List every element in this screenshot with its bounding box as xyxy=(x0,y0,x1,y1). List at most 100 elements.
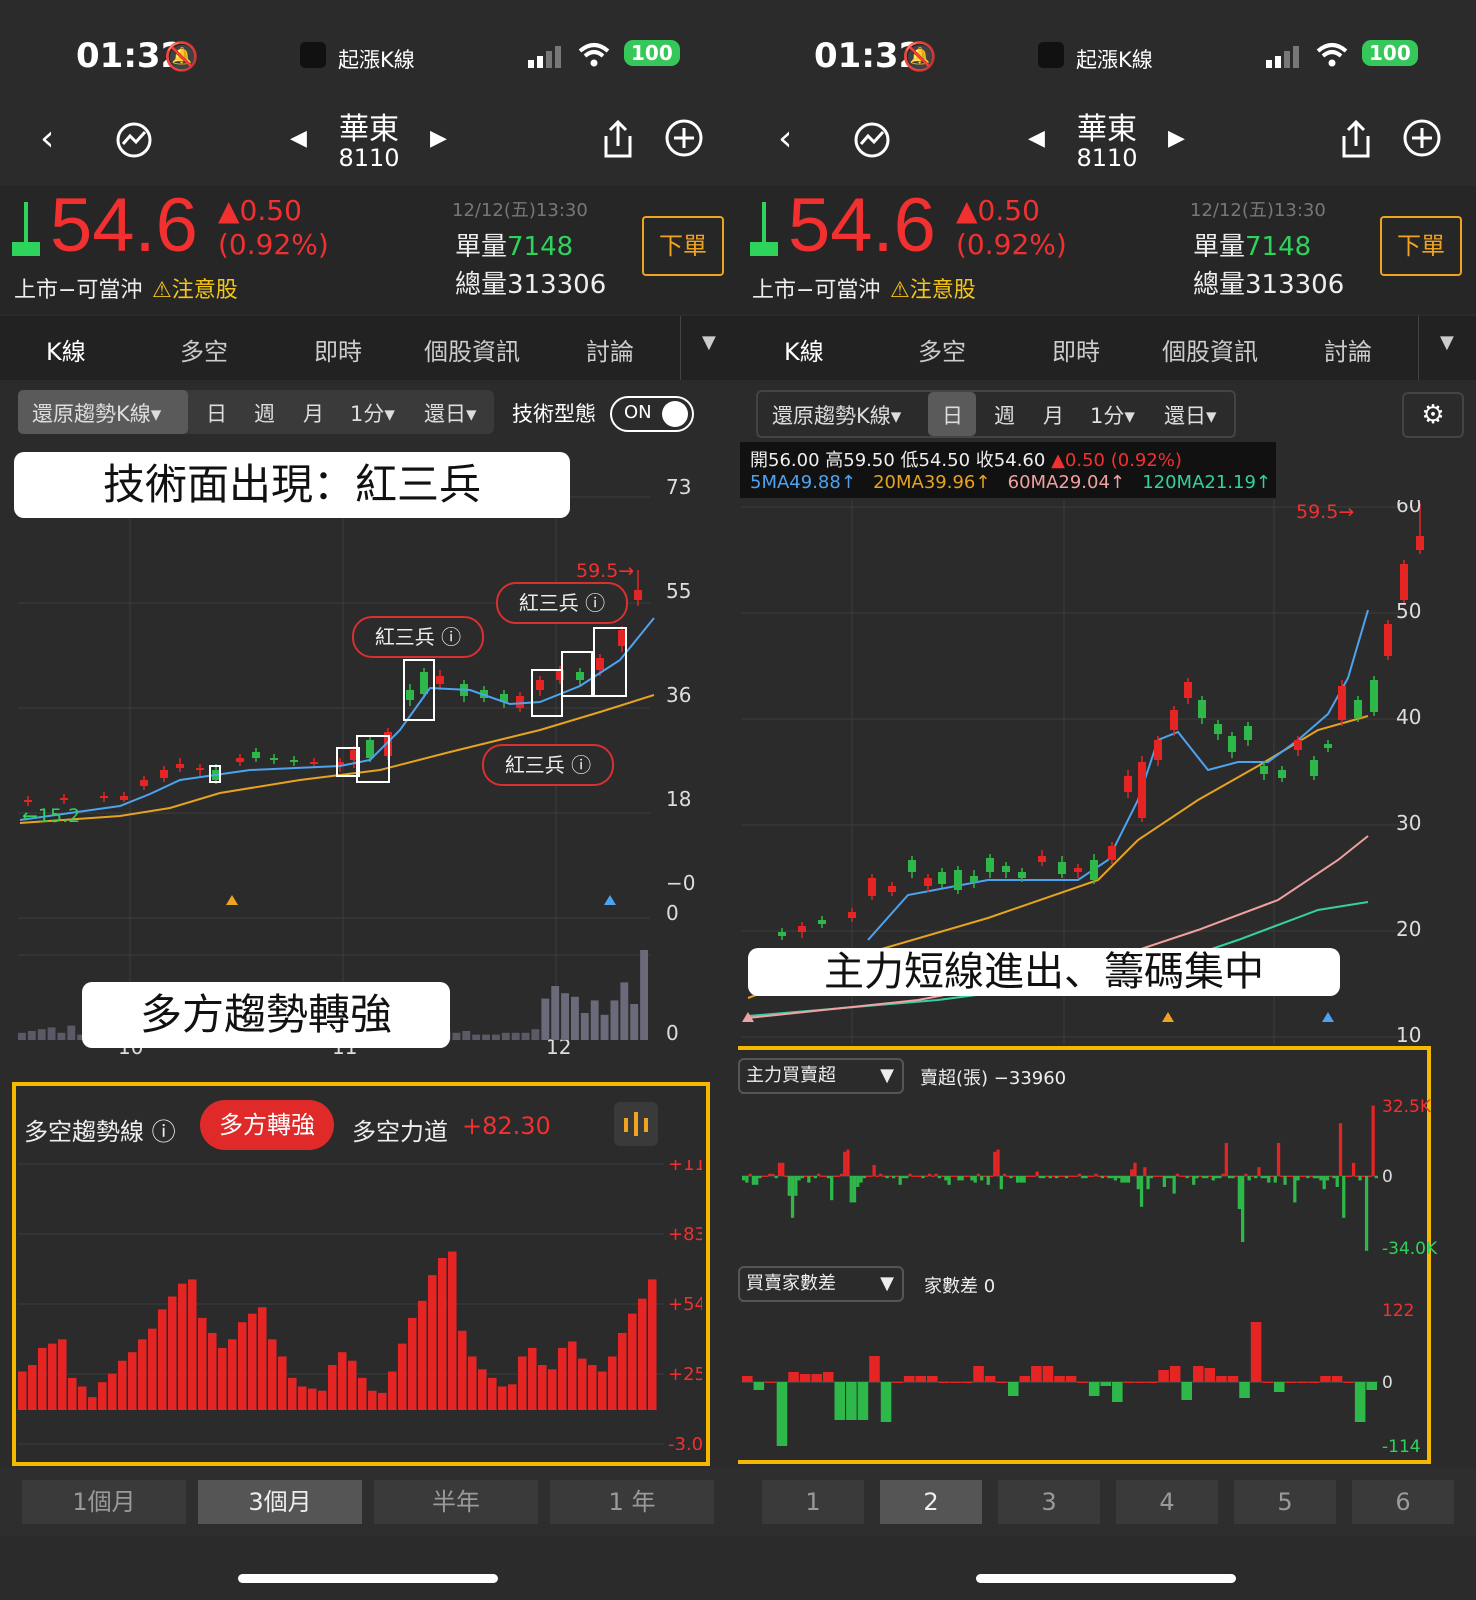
main-force-bar xyxy=(755,1176,759,1185)
page-1[interactable]: 1 xyxy=(762,1480,864,1524)
bd-tick-top: 122 xyxy=(1382,1302,1414,1321)
tab-divider xyxy=(1418,316,1419,380)
volume-bar xyxy=(541,998,550,1040)
broker-diff-bar xyxy=(1088,1382,1100,1396)
candle-body xyxy=(406,690,414,700)
main-force-bar xyxy=(983,1176,987,1177)
broker-diff-bar xyxy=(927,1376,938,1382)
force-tick-4: +25.7 xyxy=(668,1364,702,1385)
main-force-bar xyxy=(901,1176,906,1179)
period-minute[interactable]: 1分▾ xyxy=(1090,400,1135,430)
current-price: 54.6 xyxy=(50,183,198,268)
period-6m[interactable]: 半年 xyxy=(374,1480,538,1524)
main-force-bar xyxy=(1237,1176,1242,1209)
main-force-bar xyxy=(1166,1176,1170,1179)
cellular-signal-icon xyxy=(528,46,564,72)
share-icon[interactable] xyxy=(600,118,636,164)
main-force-bar xyxy=(1172,1176,1176,1194)
down-arrow-icon xyxy=(750,202,778,262)
period-day[interactable]: 日 xyxy=(942,400,963,430)
order-button[interactable]: 下單 xyxy=(642,216,724,276)
quote-datetime: 12/12(五)13:30 xyxy=(452,200,588,221)
pattern-tag-1[interactable]: 紅三兵 ⓘ xyxy=(352,616,484,658)
volume-bar xyxy=(531,1029,540,1040)
pattern-tag-2[interactable]: 紅三兵 ⓘ xyxy=(496,582,628,624)
period-month[interactable]: 月 xyxy=(1043,400,1064,430)
settings-gear-icon[interactable]: ⚙ xyxy=(1402,392,1464,438)
broker-diff-bar xyxy=(788,1372,799,1382)
chart-type-label[interactable]: 還原趨勢K線▾ xyxy=(32,398,161,428)
prev-stock-icon[interactable]: ◀ xyxy=(1028,126,1045,151)
broker-diff-bar xyxy=(984,1376,996,1382)
period-1m[interactable]: 1個月 xyxy=(22,1480,186,1524)
tab-stock-info[interactable]: 個股資訊 xyxy=(424,332,520,367)
period-1y[interactable]: 1 年 xyxy=(550,1480,714,1524)
main-force-bar xyxy=(996,1149,1000,1176)
tab-longshort[interactable]: 多空 xyxy=(180,332,228,367)
period-minute[interactable]: 1分▾ xyxy=(350,398,395,428)
tab-discussion[interactable]: 討論 xyxy=(1324,332,1372,367)
quote-panel: 54.6 ▲0.50 (0.92%) 上市−可當沖 ⚠注意股 12/12(五)1… xyxy=(738,183,1476,314)
page-6[interactable]: 6 xyxy=(1352,1480,1454,1524)
vol-tick-bottom: 0 xyxy=(666,1021,679,1045)
tab-stock-info[interactable]: 個股資訊 xyxy=(1162,332,1258,367)
add-watchlist-icon[interactable] xyxy=(664,118,704,162)
next-stock-icon[interactable]: ▶ xyxy=(1168,126,1185,151)
tab-realtime[interactable]: 即時 xyxy=(314,332,362,367)
main-force-bar xyxy=(1055,1176,1059,1179)
force-bar xyxy=(278,1356,287,1410)
page-5[interactable]: 5 xyxy=(1234,1480,1336,1524)
main-force-bar xyxy=(1002,1173,1007,1176)
main-force-bar xyxy=(967,1176,971,1177)
page-3[interactable]: 3 xyxy=(998,1480,1100,1524)
main-force-bar xyxy=(1270,1176,1274,1177)
chart-type-label[interactable]: 還原趨勢K線▾ xyxy=(772,400,901,430)
page-2[interactable]: 2 xyxy=(880,1480,982,1524)
period-3m[interactable]: 3個月 xyxy=(198,1480,362,1524)
tab-kline[interactable]: K線 xyxy=(784,332,824,367)
indicator-settings-icon[interactable] xyxy=(614,1102,658,1146)
pattern-tag-3[interactable]: 紅三兵 ⓘ xyxy=(482,744,614,786)
force-bar xyxy=(248,1313,257,1410)
prev-stock-icon[interactable]: ◀ xyxy=(290,126,307,151)
tab-realtime[interactable]: 即時 xyxy=(1052,332,1100,367)
trend-circle-icon[interactable] xyxy=(114,120,154,164)
main-force-bar xyxy=(1133,1162,1137,1176)
trend-circle-icon[interactable] xyxy=(852,120,892,164)
broker-diff-bar xyxy=(1031,1366,1042,1382)
main-force-select[interactable]: 主力買賣超 ▼ xyxy=(738,1058,904,1094)
main-force-bar xyxy=(1185,1176,1189,1179)
tab-more-icon[interactable]: ▼ xyxy=(1440,332,1454,353)
status-app-name: 起漲K線 xyxy=(338,48,415,72)
period-week[interactable]: 週 xyxy=(254,398,275,428)
tech-pattern-toggle[interactable]: ON xyxy=(610,396,694,432)
force-bar xyxy=(288,1377,297,1410)
tab-kline[interactable]: K線 xyxy=(46,332,86,367)
signal-up-blue-icon xyxy=(1322,1012,1334,1022)
back-arrow-icon[interactable]: ‹ xyxy=(778,118,792,159)
page-4[interactable]: 4 xyxy=(1116,1480,1218,1524)
tab-discussion[interactable]: 討論 xyxy=(586,332,634,367)
order-button[interactable]: 下單 xyxy=(1380,216,1462,276)
restore-select[interactable]: 還日▾ xyxy=(1164,400,1217,430)
period-week[interactable]: 週 xyxy=(994,400,1015,430)
force-bar xyxy=(628,1313,637,1410)
candle-body xyxy=(1058,862,1066,874)
share-icon[interactable] xyxy=(1338,118,1374,164)
candle-body xyxy=(848,912,856,918)
left-kline-chart: 73 55 36 18 −0 0 0 10 11 12 59.5→ ←15.2 xyxy=(18,460,695,1059)
main-force-bar xyxy=(1006,1176,1010,1177)
main-force-bar xyxy=(1058,1176,1062,1177)
tab-longshort[interactable]: 多空 xyxy=(918,332,966,367)
tab-more-icon[interactable]: ▼ xyxy=(702,332,716,353)
next-stock-icon[interactable]: ▶ xyxy=(430,126,447,151)
broker-diff-select[interactable]: 買賣家數差 ▼ xyxy=(738,1266,904,1302)
period-month[interactable]: 月 xyxy=(303,398,324,428)
main-force-bar xyxy=(1241,1176,1245,1242)
add-watchlist-icon[interactable] xyxy=(1402,118,1442,162)
period-day[interactable]: 日 xyxy=(206,398,227,428)
restore-select[interactable]: 還日▾ xyxy=(424,398,477,428)
y-tick-55: 55 xyxy=(666,579,691,603)
back-arrow-icon[interactable]: ‹ xyxy=(40,118,54,159)
main-force-bar xyxy=(1182,1176,1186,1177)
